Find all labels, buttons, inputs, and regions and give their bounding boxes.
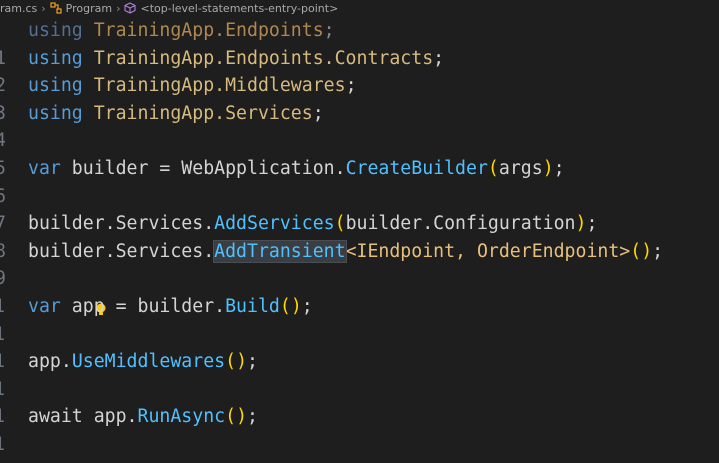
code-line-11: 11 var app = builder.Build(); [0, 293, 719, 345]
code-line-15: 15 await app.RunAsync(); [0, 403, 719, 455]
code-line-5: 5 [0, 127, 719, 179]
code-line-14: 14 [0, 376, 719, 427]
method-name-highlighted[interactable]: AddTransient [213, 239, 347, 263]
code-line-1: 1 using TrainingApp.Endpoints; [0, 17, 719, 69]
keyword: using [28, 75, 83, 97]
code-line-8: 8 builder.Services.AddServices(builder.C… [0, 210, 719, 262]
namespace: TrainingApp.Endpoints [93, 20, 324, 41]
keyword: using [28, 47, 83, 69]
method-name: UseMiddlewares [71, 351, 226, 373]
breadcrumb-file[interactable]: gram.cs [0, 2, 37, 15]
keyword: using [28, 102, 83, 124]
namespace: TrainingApp.Middlewares [93, 75, 346, 97]
code-line-7: 7 [0, 183, 719, 234]
breadcrumb-class[interactable]: Program [50, 2, 112, 15]
code-line-10: 10 [0, 265, 719, 317]
keyword: var [28, 295, 61, 317]
breadcrumb-member[interactable]: <top-level-statements-entry-point> [124, 2, 338, 15]
code-line-9: 9 builder.Services.AddTransient<IEndpoin… [0, 238, 719, 289]
method-name: RunAsync [137, 406, 226, 428]
line-number: 16 [0, 459, 6, 463]
code-line-6: 6 var builder = WebApplication.CreateBui… [0, 155, 719, 207]
code-line-13: 13 app.UseMiddlewares(); [0, 348, 719, 400]
lightbulb-icon[interactable] [28, 271, 106, 315]
keyword: var [28, 157, 61, 179]
class-symbol-icon [50, 2, 62, 14]
code-editor[interactable]: 1 using TrainingApp.Endpoints; 2 using T… [0, 17, 719, 463]
generic-type-args: <IEndpoint, OrderEndpoint> [345, 240, 631, 262]
method-name: Build [225, 295, 280, 317]
method-name: AddServices [214, 213, 335, 235]
breadcrumb-member-label: <top-level-statements-entry-point> [140, 1, 339, 15]
namespace: TrainingApp.Services [93, 102, 313, 124]
breadcrumb: gram.cs › Program › <top-level-statement… [0, 0, 719, 16]
code-line-16: 16 [0, 431, 719, 463]
code-line-3: 3 using TrainingApp.Middlewares; [0, 72, 719, 124]
keyword: using [28, 20, 83, 41]
code-line-12: 12 [0, 321, 719, 372]
cube-method-icon [124, 2, 137, 14]
code-line-2: 2 using TrainingApp.Endpoints.Contracts; [0, 45, 719, 97]
breadcrumb-separator-icon: › [41, 1, 46, 15]
breadcrumb-separator-icon: › [116, 1, 121, 15]
method-name: CreateBuilder [345, 157, 488, 179]
namespace: TrainingApp.Endpoints.Contracts [93, 47, 434, 69]
code-line-4: 4 using TrainingApp.Services; [0, 100, 719, 152]
breadcrumb-file-label: gram.cs [0, 1, 38, 15]
breadcrumb-class-label: Program [65, 1, 113, 15]
